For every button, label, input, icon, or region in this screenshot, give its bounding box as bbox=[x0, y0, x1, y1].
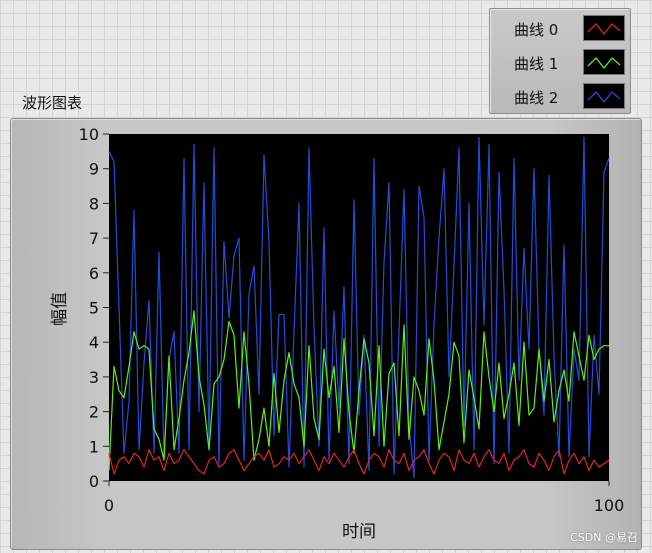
chart-panel: 0 1 2 3 4 5 6 7 8 9 10 0 100 时间 幅值 bbox=[10, 118, 642, 550]
chart-label: 波形图表 bbox=[22, 94, 83, 112]
x-axis-label: 时间 bbox=[342, 522, 376, 542]
series-0-line-icon bbox=[587, 23, 621, 36]
waveform-chart[interactable]: 0 1 2 3 4 5 6 7 8 9 10 0 100 时间 幅值 bbox=[11, 119, 641, 549]
legend-line-series-1 bbox=[587, 57, 621, 70]
legend-series-2-name: 曲线 2 bbox=[514, 89, 559, 107]
y-axis-ticks: 0 1 2 3 4 5 6 7 8 9 10 bbox=[79, 125, 109, 491]
legend-item-series-1[interactable]: 曲线 1 bbox=[490, 47, 630, 77]
y-tick-label: 5 bbox=[89, 299, 99, 318]
x-tick-label: 0 bbox=[104, 496, 114, 515]
x-axis-ticks: 0 100 bbox=[104, 481, 624, 515]
y-tick-label: 6 bbox=[89, 264, 99, 283]
legend-series-1-swatch[interactable] bbox=[583, 49, 625, 75]
y-tick-label: 8 bbox=[89, 194, 99, 213]
legend-line-series-0 bbox=[587, 23, 621, 36]
y-tick-label: 9 bbox=[89, 160, 99, 179]
y-tick-label: 10 bbox=[79, 125, 99, 144]
legend-item-series-0[interactable]: 曲线 0 bbox=[490, 13, 630, 43]
y-tick-label: 1 bbox=[89, 437, 99, 456]
series-1-line-icon bbox=[587, 57, 621, 70]
legend-series-2-swatch[interactable] bbox=[583, 83, 625, 109]
y-tick-label: 3 bbox=[89, 368, 99, 387]
y-tick-label: 4 bbox=[89, 333, 99, 352]
legend-item-series-2[interactable]: 曲线 2 bbox=[490, 81, 630, 111]
series-2-line-icon bbox=[587, 91, 621, 104]
watermark: CSDN @易召 bbox=[570, 531, 638, 544]
legend-line-series-2 bbox=[587, 91, 621, 104]
legend-series-0-swatch[interactable] bbox=[583, 15, 625, 41]
y-tick-label: 7 bbox=[89, 229, 99, 248]
x-tick-label: 100 bbox=[594, 496, 625, 515]
y-tick-label: 0 bbox=[89, 472, 99, 491]
legend-series-1-name: 曲线 1 bbox=[514, 55, 559, 73]
plot-legend[interactable]: 曲线 0 曲线 1 曲线 2 bbox=[489, 8, 631, 114]
legend-series-0-name: 曲线 0 bbox=[514, 21, 559, 39]
y-axis-label: 幅值 bbox=[50, 292, 70, 326]
y-tick-label: 2 bbox=[89, 403, 99, 422]
